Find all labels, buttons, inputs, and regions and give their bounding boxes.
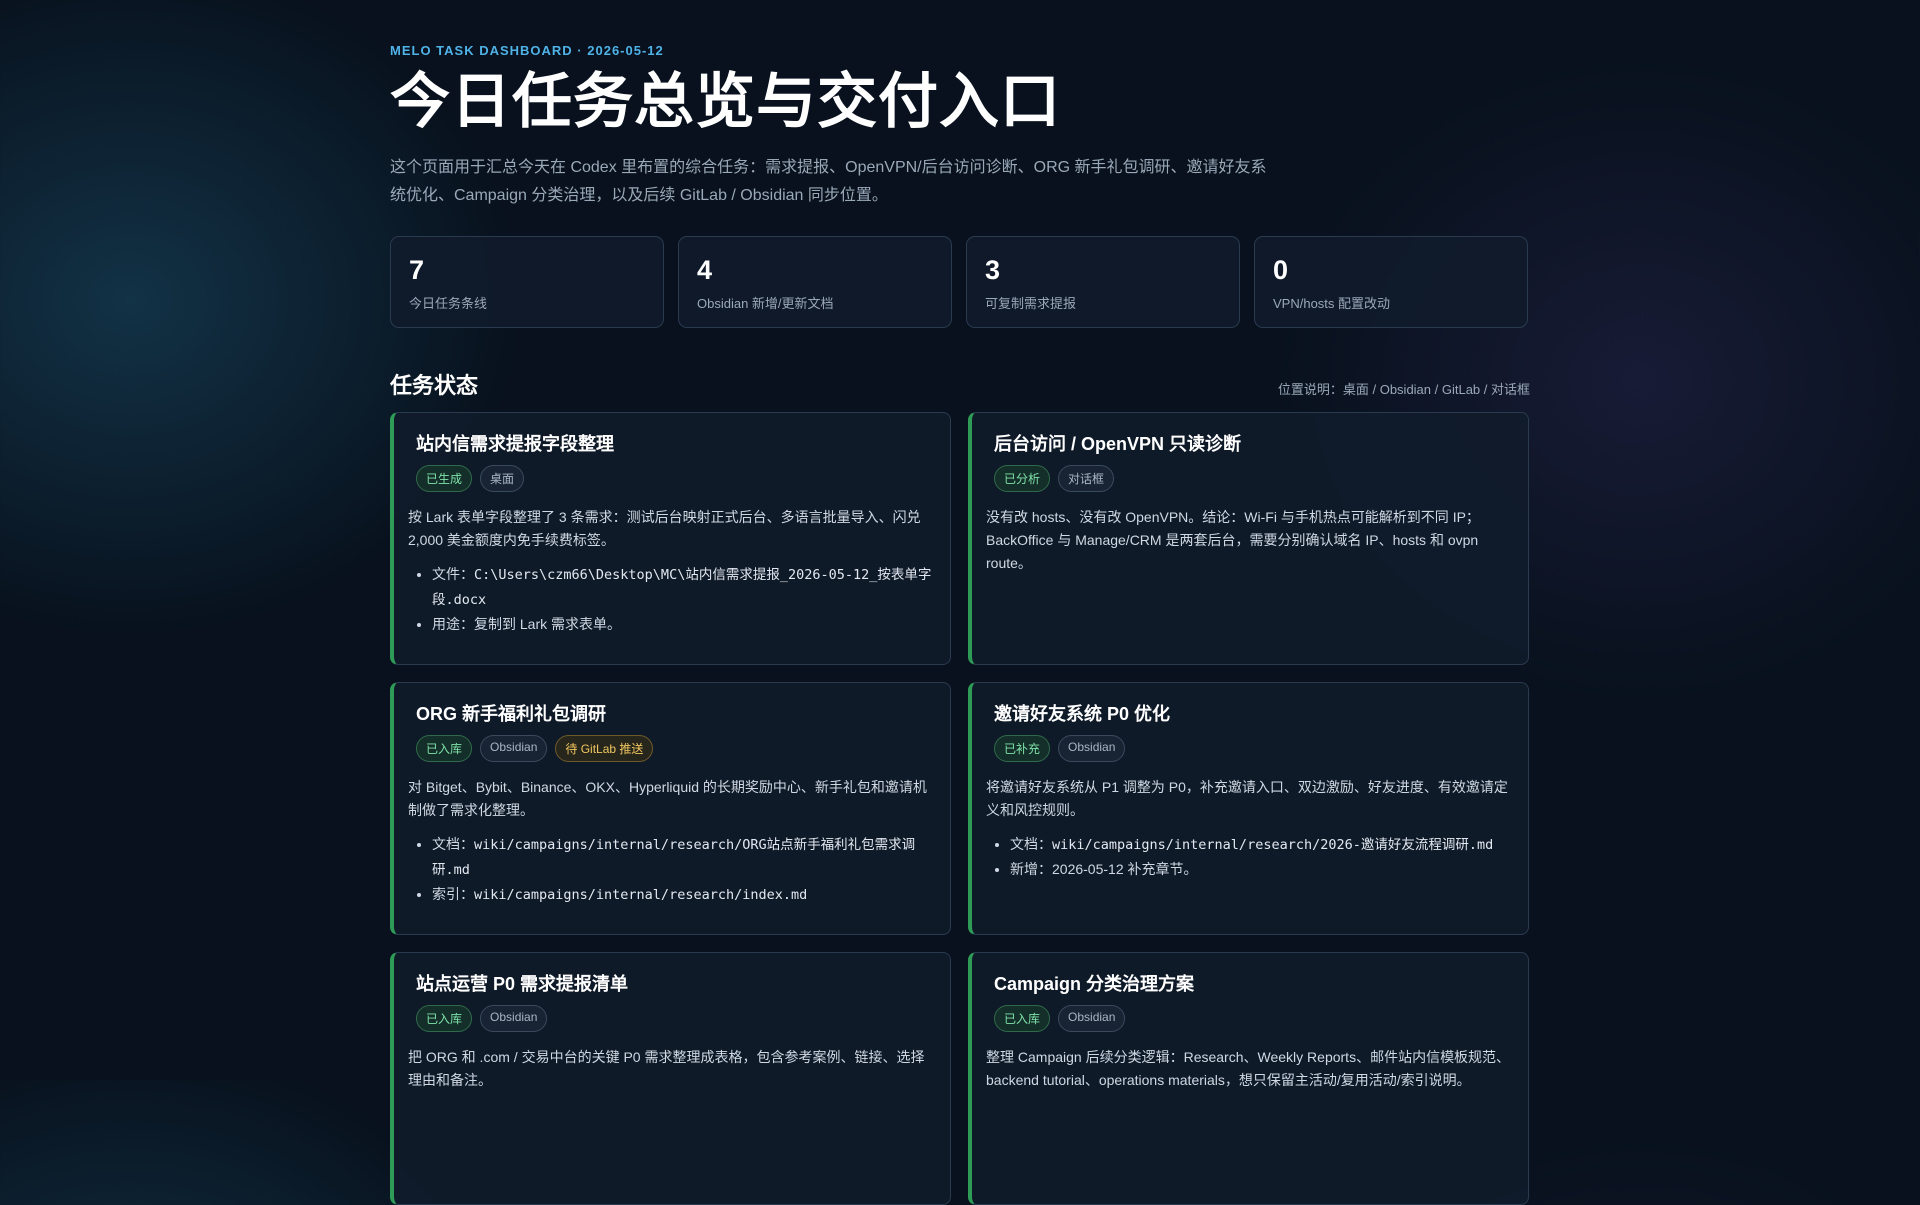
stat-value: 3	[985, 255, 1001, 285]
task-title: 邀请好友系统 P0 优化	[994, 704, 1171, 724]
task-title: 站点运营 P0 需求提报清单	[416, 974, 629, 994]
item-prefix: 文档：	[432, 836, 474, 852]
task-detail-list: 文档：wiki/campaigns/internal/research/ORG站…	[408, 832, 934, 907]
location-badge: 桌面	[480, 465, 525, 492]
status-badge: 已生成	[416, 465, 473, 492]
task-card: 站内信需求提报字段整理 已生成 桌面 按 Lark 表单字段整理了 3 条需求：…	[390, 412, 951, 665]
stat-value: 7	[409, 255, 425, 285]
status-badge: 已入库	[994, 1005, 1051, 1032]
task-description: 按 Lark 表单字段整理了 3 条需求：测试后台映射正式后台、多语言批量导入、…	[408, 509, 921, 548]
section-header: 任务状态 位置说明：桌面 / Obsidian / GitLab / 对话框	[390, 368, 1530, 400]
page-title: 今日任务总览与交付入口	[390, 67, 1061, 137]
pending-badge: 待 GitLab 推送	[555, 735, 654, 762]
tag-row: 已入库 Obsidian	[416, 1005, 934, 1032]
list-item: 文件：C:\Users\czm66\Desktop\MC\站内信需求提报_202…	[432, 562, 934, 612]
list-item: 新增：2026-05-12 补充章节。	[1010, 857, 1512, 881]
stat-card-tasks: 7 今日任务条线	[390, 236, 664, 328]
stats-row: 7 今日任务条线 4 Obsidian 新增/更新文档 3 可复制需求提报 0 …	[390, 236, 1530, 328]
location-badge: Obsidian	[480, 735, 548, 762]
stat-label: 可复制需求提报	[985, 296, 1077, 311]
stat-label: Obsidian 新增/更新文档	[697, 296, 834, 311]
eyebrow: MELO TASK DASHBOARD · 2026-05-12	[390, 43, 664, 58]
task-description: 没有改 hosts、没有改 OpenVPN。结论：Wi-Fi 与手机热点可能解析…	[986, 509, 1480, 571]
task-grid: 站内信需求提报字段整理 已生成 桌面 按 Lark 表单字段整理了 3 条需求：…	[390, 412, 1530, 1205]
location-badge: Obsidian	[480, 1005, 548, 1032]
tag-row: 已入库 Obsidian 待 GitLab 推送	[416, 735, 934, 762]
task-description: 整理 Campaign 后续分类逻辑：Research、Weekly Repor…	[986, 1049, 1511, 1088]
file-path: wiki/campaigns/internal/research/ORG站点新手…	[432, 837, 916, 878]
task-card: Campaign 分类治理方案 已入库 Obsidian 整理 Campaign…	[968, 952, 1529, 1205]
status-badge: 已分析	[994, 465, 1051, 492]
tag-row: 已补充 Obsidian	[994, 735, 1512, 762]
location-badge: Obsidian	[1058, 1005, 1126, 1032]
task-title: 后台访问 / OpenVPN 只读诊断	[994, 434, 1242, 454]
stat-label: 今日任务条线	[409, 296, 488, 311]
task-detail-list: 文档：wiki/campaigns/internal/research/2026…	[986, 832, 1512, 881]
dashboard: MELO TASK DASHBOARD · 2026-05-12 今日任务总览与…	[390, 0, 1530, 1205]
task-title: 站内信需求提报字段整理	[416, 434, 614, 454]
list-item: 文档：wiki/campaigns/internal/research/ORG站…	[432, 832, 934, 882]
item-prefix: 索引：	[432, 886, 474, 902]
tag-row: 已分析 对话框	[994, 465, 1512, 492]
task-description: 对 Bitget、Bybit、Binance、OKX、Hyperliquid 的…	[408, 779, 927, 818]
stat-value: 4	[697, 255, 713, 285]
location-badge: 对话框	[1058, 465, 1115, 492]
list-item: 用途：复制到 Lark 需求表单。	[432, 612, 934, 636]
status-badge: 已补充	[994, 735, 1051, 762]
stat-value: 0	[1273, 255, 1289, 285]
intro-text: 这个页面用于汇总今天在 Codex 里布置的综合任务：需求提报、OpenVPN/…	[390, 159, 1267, 204]
item-prefix: 新增：	[1010, 861, 1052, 877]
location-badge: Obsidian	[1058, 735, 1126, 762]
file-path: wiki/campaigns/internal/research/index.m…	[474, 887, 808, 903]
task-title: ORG 新手福利礼包调研	[416, 704, 607, 724]
list-item: 文档：wiki/campaigns/internal/research/2026…	[1010, 832, 1512, 857]
item-prefix: 文档：	[1010, 836, 1052, 852]
stat-card-docs: 4 Obsidian 新增/更新文档	[678, 236, 952, 328]
item-prefix: 用途：	[432, 616, 474, 632]
stat-card-vpn: 0 VPN/hosts 配置改动	[1254, 236, 1528, 328]
stat-card-requests: 3 可复制需求提报	[966, 236, 1240, 328]
item-prefix: 文件：	[432, 566, 474, 582]
stat-label: VPN/hosts 配置改动	[1273, 296, 1391, 311]
task-card: ORG 新手福利礼包调研 已入库 Obsidian 待 GitLab 推送 对 …	[390, 682, 951, 935]
task-card: 邀请好友系统 P0 优化 已补充 Obsidian 将邀请好友系统从 P1 调整…	[968, 682, 1529, 935]
tag-row: 已入库 Obsidian	[994, 1005, 1512, 1032]
status-badge: 已入库	[416, 1005, 473, 1032]
task-detail-list: 文件：C:\Users\czm66\Desktop\MC\站内信需求提报_202…	[408, 562, 934, 636]
task-card: 后台访问 / OpenVPN 只读诊断 已分析 对话框 没有改 hosts、没有…	[968, 412, 1529, 665]
list-item: 索引：wiki/campaigns/internal/research/inde…	[432, 882, 934, 907]
task-description: 把 ORG 和 .com / 交易中台的关键 P0 需求整理成表格，包含参考案例…	[408, 1049, 925, 1088]
file-path: wiki/campaigns/internal/research/2026-邀请…	[1052, 837, 1494, 853]
status-badge: 已入库	[416, 735, 473, 762]
task-description: 将邀请好友系统从 P1 调整为 P0，补充邀请入口、双边激励、好友进度、有效邀请…	[986, 779, 1508, 818]
section-note: 位置说明：桌面 / Obsidian / GitLab / 对话框	[1277, 382, 1530, 397]
task-card: 站点运营 P0 需求提报清单 已入库 Obsidian 把 ORG 和 .com…	[390, 952, 951, 1205]
task-title: Campaign 分类治理方案	[994, 974, 1195, 994]
item-text: 复制到 Lark 需求表单。	[474, 616, 622, 632]
section-title: 任务状态	[390, 373, 479, 398]
tag-row: 已生成 桌面	[416, 465, 934, 492]
item-text: 2026-05-12 补充章节。	[1052, 861, 1198, 877]
file-path: C:\Users\czm66\Desktop\MC\站内信需求提报_2026-0…	[432, 567, 932, 608]
